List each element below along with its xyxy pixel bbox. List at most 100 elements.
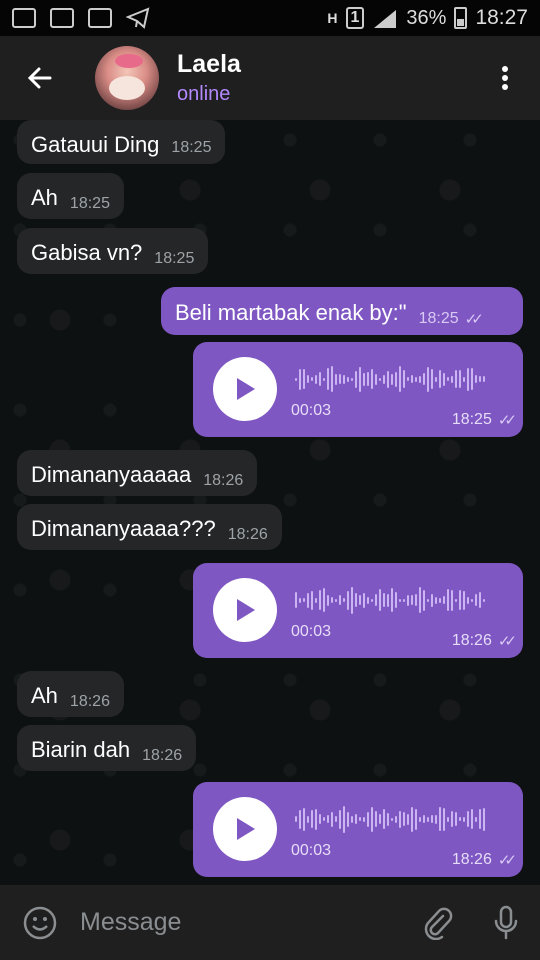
waveform-bar <box>387 370 389 388</box>
waveform-bar <box>307 592 309 608</box>
waveform-bar <box>323 817 325 821</box>
waveform-bar <box>407 594 409 606</box>
play-button[interactable] <box>213 797 277 861</box>
play-icon <box>237 818 255 840</box>
emoji-button[interactable] <box>0 885 80 960</box>
network-type: H <box>327 10 338 26</box>
waveform-bar <box>443 372 445 386</box>
battery-icon <box>454 7 468 29</box>
waveform-bar <box>459 817 461 821</box>
waveform-bar <box>351 377 353 381</box>
message-time: 18:26 <box>227 526 268 543</box>
waveform-bar <box>371 598 373 602</box>
message-bubble[interactable]: Dimananyaaaaa 18:26 <box>17 450 258 496</box>
waveform-bar <box>431 815 433 823</box>
waveform-bar <box>459 370 461 388</box>
telegram-notification-icon <box>126 7 150 29</box>
waveform-bar <box>427 816 429 822</box>
message-time: 18:25 <box>171 139 212 156</box>
waveform-bar <box>343 374 345 384</box>
waveform-bar <box>403 370 405 388</box>
message-text: Biarin dah <box>31 737 131 762</box>
waveform-bar <box>415 808 417 830</box>
waveform-bar <box>323 588 325 612</box>
play-icon <box>237 599 255 621</box>
waveform-bar <box>443 807 445 831</box>
waveform-bar <box>299 368 301 390</box>
waveform-bar <box>403 598 405 602</box>
more-options-button[interactable] <box>470 36 540 120</box>
waveform[interactable] <box>295 585 491 615</box>
message-bubble[interactable]: Beli martabak enak by:" 18:25 ✓✓ <box>161 287 523 335</box>
chat-header: Laela online <box>0 36 540 120</box>
attach-button[interactable] <box>404 885 472 960</box>
waveform-bar <box>411 806 413 832</box>
waveform-bar <box>479 592 481 608</box>
waveform-bar <box>419 816 421 822</box>
voice-meta: 18:25 ✓✓ <box>452 411 517 429</box>
waveform-bar <box>331 597 333 603</box>
waveform-bar <box>423 815 425 823</box>
message-list[interactable]: Gatauui Ding 18:25 Ah 18:25 Gabisa vn? 1… <box>0 120 540 885</box>
message-time: 18:26 <box>69 693 110 710</box>
waveform-bar <box>451 375 453 383</box>
waveform-bar <box>467 596 469 604</box>
contact-info[interactable]: Laela online <box>177 50 241 106</box>
voice-record-button[interactable] <box>472 885 540 960</box>
voice-message[interactable]: 00:03 18:26 ✓✓ <box>193 563 523 658</box>
play-icon <box>237 378 255 400</box>
message-text: Gabisa vn? <box>31 240 143 265</box>
waveform-bar <box>415 594 417 606</box>
contact-name: Laela <box>177 50 241 78</box>
message-bubble[interactable]: Biarin dah 18:26 <box>17 725 197 771</box>
waveform[interactable] <box>295 804 491 834</box>
waveform-bar <box>431 369 433 389</box>
message-time: 18:25 <box>154 250 195 267</box>
paperclip-icon <box>424 907 453 940</box>
play-button[interactable] <box>213 357 277 421</box>
waveform-bar <box>303 807 305 831</box>
waveform-bar <box>391 373 393 385</box>
voice-message[interactable]: 00:03 18:25 ✓✓ <box>193 342 523 437</box>
waveform-bar <box>435 596 437 604</box>
waveform-bar <box>447 816 449 822</box>
avatar[interactable] <box>95 46 159 110</box>
waveform-bar <box>311 810 313 828</box>
waveform-bar <box>307 375 309 383</box>
waveform-bar <box>331 366 333 392</box>
back-button[interactable] <box>0 36 80 120</box>
waveform-bar <box>419 587 421 613</box>
message-text: Gatauui Ding <box>31 132 160 157</box>
waveform-bar <box>439 370 441 388</box>
voice-duration: 00:03 <box>291 623 332 640</box>
waveform-bar <box>483 376 485 382</box>
waveform-bar <box>391 817 393 821</box>
voice-meta: 18:26 ✓✓ <box>452 851 517 869</box>
waveform-bar <box>379 589 381 611</box>
back-arrow-icon <box>27 67 52 89</box>
message-text: Dimananyaaaaa <box>31 462 192 487</box>
message-bubble[interactable]: Gabisa vn? 18:25 <box>17 228 209 274</box>
waveform-bar <box>447 377 449 381</box>
voice-duration: 00:03 <box>291 402 332 419</box>
message-bubble[interactable]: Ah 18:26 <box>17 671 124 717</box>
message-bubble[interactable]: Gatauui Ding 18:25 <box>17 120 226 164</box>
waveform-bar <box>343 805 345 833</box>
waveform-bar <box>479 809 481 829</box>
waveform-bar <box>307 815 309 823</box>
waveform-bar <box>355 814 357 824</box>
waveform-bar <box>395 371 397 387</box>
waveform-bar <box>387 593 389 607</box>
message-input[interactable] <box>80 908 404 937</box>
message-bubble[interactable]: Dimananyaaaa??? 18:26 <box>17 504 282 550</box>
voice-message[interactable]: 00:03 18:26 ✓✓ <box>193 782 523 877</box>
waveform-bar <box>391 588 393 612</box>
message-bubble[interactable]: Ah 18:25 <box>17 173 124 219</box>
waveform-bar <box>371 369 373 389</box>
waveform-bar <box>379 377 381 381</box>
waveform-bar <box>443 596 445 604</box>
waveform-bar <box>447 589 449 611</box>
play-button[interactable] <box>213 578 277 642</box>
waveform-bar <box>367 811 369 827</box>
waveform[interactable] <box>295 364 491 394</box>
